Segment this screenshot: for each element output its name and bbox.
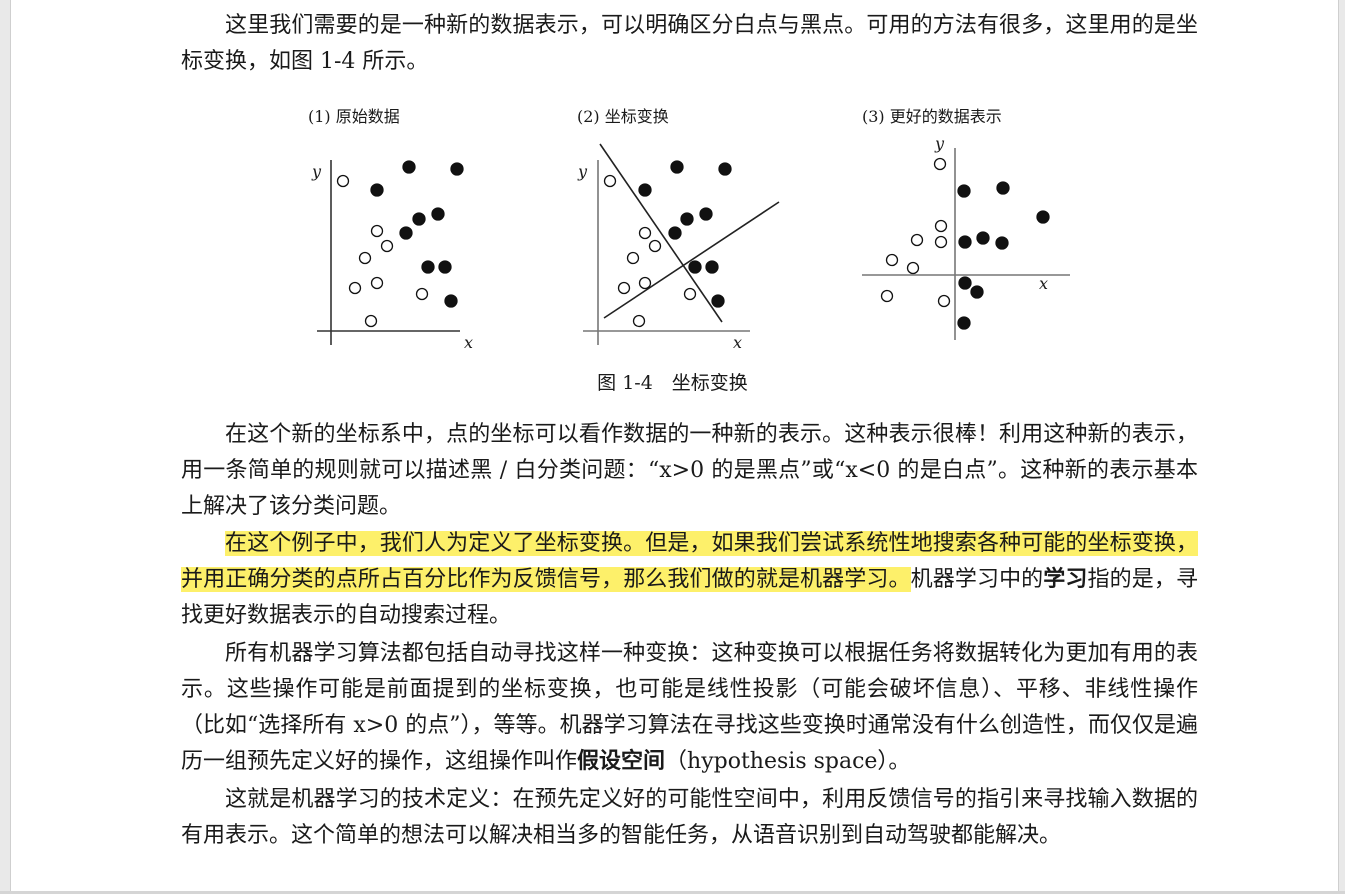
paragraph-3: 在这个例子中，我们人为定义了坐标变换。但是，如果我们尝试系统性地搜索各种可能的坐… xyxy=(181,526,1198,634)
panel-1-white-point xyxy=(415,287,429,301)
panel-2-black-point xyxy=(711,294,725,308)
panel-3-x-label: x xyxy=(1039,274,1048,293)
panel-1-black-point xyxy=(444,294,458,308)
paragraph-2-text: 在这个新的坐标系中，点的坐标可以看作数据的一种新的表示。这种表示很棒！利用这种新… xyxy=(181,422,1198,519)
panel-1-black-point xyxy=(402,160,416,174)
panel-2-white-point xyxy=(683,287,697,301)
panel-1-white-point xyxy=(380,239,394,253)
bold-term-learning: 学习 xyxy=(1043,567,1088,592)
page-left-margin xyxy=(0,0,11,894)
panel-1-white-point xyxy=(358,251,372,265)
panel-1-black-point xyxy=(412,212,426,226)
panel-2-white-point xyxy=(632,314,646,328)
panel-1-y-label: y xyxy=(311,162,322,181)
paragraph-4-text-b: （hypothesis space）。 xyxy=(665,749,911,774)
paragraph-3-text-a: 机器学习中的 xyxy=(910,567,1044,592)
panel-2-x-label: x xyxy=(733,333,742,352)
panel-1-white-point xyxy=(370,276,384,290)
panel-3-white-point xyxy=(880,289,894,303)
panel-3-black-point xyxy=(970,285,984,299)
panel-1-black-point xyxy=(421,260,435,274)
panel-3-black-point xyxy=(957,316,971,330)
panel-3-white-point xyxy=(906,261,920,275)
panel-2-white-point xyxy=(638,276,652,290)
panel-1-black-point xyxy=(431,207,445,221)
panel-3-white-point xyxy=(937,294,951,308)
panel-2-black-point xyxy=(699,207,713,221)
panel-2-white-point xyxy=(648,239,662,253)
panel-3-white-point xyxy=(934,235,948,249)
panel-2-black-point xyxy=(705,260,719,274)
panel-3-black-point xyxy=(958,235,972,249)
panel-2-white-point xyxy=(603,174,617,188)
panel-3-white-point xyxy=(910,233,924,247)
panel-2-black-point xyxy=(638,183,652,197)
panel-3-black-point xyxy=(995,236,1009,250)
paragraph-5: 这就是机器学习的技术定义：在预先定义好的可能性空间中，利用反馈信号的指引来寻找输… xyxy=(181,782,1198,854)
panel-3-white-point xyxy=(885,253,899,267)
page-right-scrollbar[interactable] xyxy=(1338,0,1345,894)
figure-1-4-diagram: y x y x y x xyxy=(311,134,1070,352)
paragraph-1-text: 这里我们需要的是一种新的数据表示，可以明确区分白点与黑点。可用的方法有很多，这里… xyxy=(181,13,1198,74)
panel-3-title: (3) 更好的数据表示 xyxy=(862,107,1002,126)
panel-1-x-label: x xyxy=(464,333,473,352)
panel-1-white-point xyxy=(370,224,384,238)
paragraph-4: 所有机器学习算法都包括自动寻找这样一种变换：这种变换可以根据任务将数据转化为更加… xyxy=(181,636,1198,780)
paragraph-5-text: 这就是机器学习的技术定义：在预先定义好的可能性空间中，利用反馈信号的指引来寻找输… xyxy=(181,787,1198,848)
panel-3-white-point xyxy=(934,219,948,233)
panel-1-white-point xyxy=(336,174,350,188)
paragraph-2: 在这个新的坐标系中，点的坐标可以看作数据的一种新的表示。这种表示很棒！利用这种新… xyxy=(181,417,1198,525)
panel-1-title: (1) 原始数据 xyxy=(308,107,400,126)
panel-2-black-point xyxy=(670,160,684,174)
panel-2-new-axis-1 xyxy=(599,143,723,323)
panel-1-black-point xyxy=(399,226,413,240)
panel-3-black-point xyxy=(996,181,1010,195)
panel-2-y-label: y xyxy=(577,162,588,181)
panel-2-white-point xyxy=(617,281,631,295)
panel-3-black-point xyxy=(958,276,972,290)
bold-term-hypothesis-space: 假设空间 xyxy=(577,749,666,774)
panel-3-black-point xyxy=(957,184,971,198)
panel-1-white-point xyxy=(364,314,378,328)
panel-2-black-point xyxy=(668,226,682,240)
panel-1-black-point xyxy=(450,162,464,176)
panel-1-black-point xyxy=(370,183,384,197)
panel-3-black-point xyxy=(1036,210,1050,224)
panel-3-y-label: y xyxy=(934,134,945,153)
panel-1-white-point xyxy=(348,281,362,295)
panel-2-black-point xyxy=(680,212,694,226)
panel-2-white-point xyxy=(638,226,652,240)
figure-caption: 图 1-4 坐标变换 xyxy=(597,372,748,394)
panel-2-title: (2) 坐标变换 xyxy=(577,107,669,126)
paragraph-1: 这里我们需要的是一种新的数据表示，可以明确区分白点与黑点。可用的方法有很多，这里… xyxy=(181,8,1198,80)
panel-1-black-point xyxy=(438,260,452,274)
panel-2-white-point xyxy=(626,251,640,265)
panel-3-white-point xyxy=(933,157,947,171)
panel-2-black-point xyxy=(718,162,732,176)
panel-2-black-point xyxy=(688,260,702,274)
panel-3-black-point xyxy=(976,231,990,245)
